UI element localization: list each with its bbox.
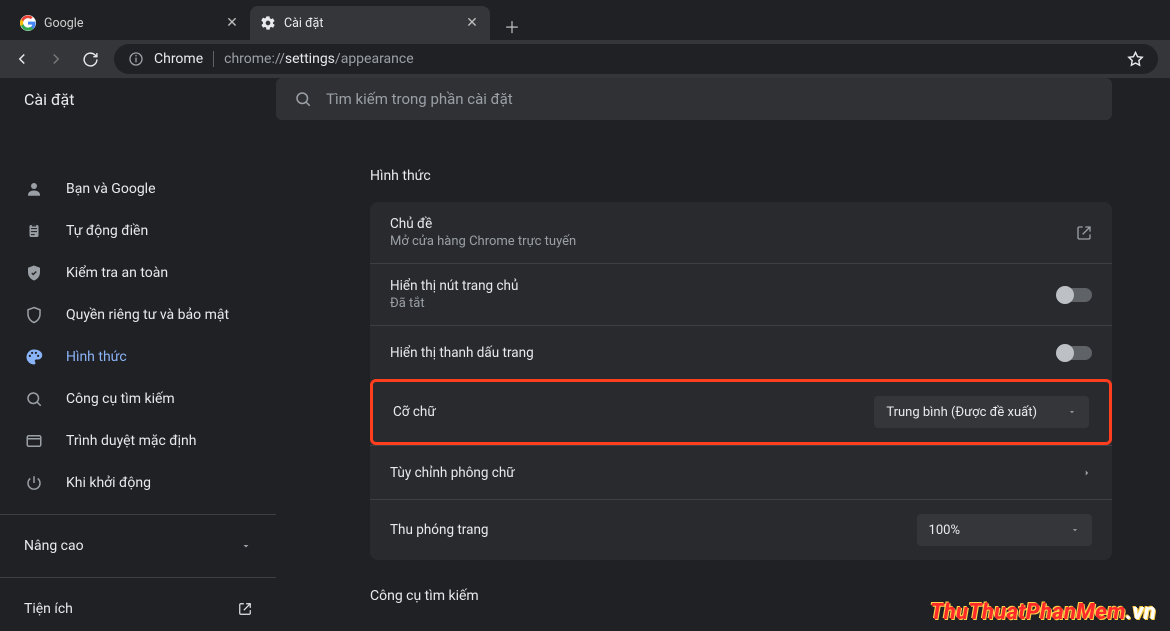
row-theme[interactable]: Chủ đề Mở cửa hàng Chrome trực tuyến — [370, 202, 1112, 263]
gear-icon — [260, 15, 276, 31]
sidebar-item-label: Bạn và Google — [66, 181, 156, 197]
site-info-icon[interactable] — [128, 51, 144, 67]
appearance-card: Chủ đề Mở cửa hàng Chrome trực tuyến Hiể… — [370, 202, 1112, 560]
shield-icon — [24, 305, 44, 325]
sidebar-item-appearance[interactable]: Hình thức — [0, 336, 276, 378]
settings-search[interactable]: Tìm kiếm trong phần cài đặt — [276, 78, 1112, 120]
close-icon[interactable]: ✕ — [464, 15, 480, 31]
row-font-size[interactable]: Cỡ chữ Trung bình (Được đề xuất) — [370, 379, 1112, 445]
external-link-icon — [238, 602, 252, 616]
sidebar-item-label: Hình thức — [66, 349, 127, 365]
sidebar-item-safety-check[interactable]: Kiểm tra an toàn — [0, 252, 276, 294]
sidebar-extensions-label: Tiện ích — [24, 601, 73, 617]
new-tab-button[interactable]: ＋ — [498, 12, 526, 40]
row-show-home-button[interactable]: Hiển thị nút trang chủ Đã tắt — [370, 263, 1112, 325]
sidebar-item-label: Trình duyệt mặc định — [66, 433, 197, 449]
forward-button[interactable] — [46, 49, 66, 69]
chevron-right-icon — [1082, 466, 1092, 480]
bookmark-star-icon[interactable] — [1127, 51, 1144, 68]
sidebar-item-privacy[interactable]: Quyền riêng tư và bảo mật — [0, 294, 276, 336]
toggle-show-home-button[interactable] — [1058, 288, 1092, 302]
row-theme-sub: Mở cửa hàng Chrome trực tuyến — [390, 234, 1076, 249]
browser-toolbar: Chrome chrome://settings/appearance — [0, 40, 1170, 78]
settings-header: Cài đặt Tìm kiếm trong phần cài đặt — [0, 78, 1170, 120]
toggle-show-bookmarks-bar[interactable] — [1058, 346, 1092, 360]
settings-content: Hình thức Chủ đề Mở cửa hàng Chrome trực… — [276, 150, 1170, 631]
sidebar-item-label: Tự động điền — [66, 223, 148, 239]
row-home-title: Hiển thị nút trang chủ — [390, 278, 1058, 294]
back-button[interactable] — [12, 49, 32, 69]
person-icon — [24, 179, 44, 199]
close-icon[interactable]: ✕ — [224, 15, 240, 31]
select-font-size-value: Trung bình (Được đề xuất) — [886, 405, 1037, 420]
divider — [213, 51, 214, 67]
sidebar-item-autofill[interactable]: Tự động điền — [0, 210, 276, 252]
row-page-zoom[interactable]: Thu phóng trang 100% — [370, 499, 1112, 560]
select-font-size[interactable]: Trung bình (Được đề xuất) — [874, 396, 1089, 428]
select-page-zoom[interactable]: 100% — [917, 514, 1092, 546]
google-favicon — [20, 15, 36, 31]
sidebar-item-you-and-google[interactable]: Bạn và Google — [0, 168, 276, 210]
search-placeholder: Tìm kiếm trong phần cài đặt — [326, 90, 513, 108]
separator — [0, 514, 276, 515]
row-home-sub: Đã tắt — [390, 296, 1058, 311]
browser-icon — [24, 431, 44, 451]
sidebar-item-label: Kiểm tra an toàn — [66, 265, 168, 281]
tab-title: Google — [44, 16, 224, 31]
sidebar-extensions[interactable]: Tiện ích — [0, 588, 276, 630]
row-page-zoom-label: Thu phóng trang — [390, 522, 917, 538]
address-bar[interactable]: Chrome chrome://settings/appearance — [114, 44, 1158, 74]
section-title-appearance: Hình thức — [370, 168, 1112, 184]
settings-sidebar: Bạn và Google Tự động điền Kiểm tra an t… — [0, 150, 276, 631]
row-show-bookmarks-bar[interactable]: Hiển thị thanh dấu trang — [370, 325, 1112, 379]
clipboard-icon — [24, 221, 44, 241]
row-bookmarks-title: Hiển thị thanh dấu trang — [390, 345, 1058, 361]
row-customize-fonts-label: Tùy chỉnh phông chữ — [390, 465, 1082, 481]
sidebar-item-on-startup[interactable]: Khi khởi động — [0, 462, 276, 504]
sidebar-advanced-label: Nâng cao — [24, 538, 84, 554]
shield-check-icon — [24, 263, 44, 283]
tab-settings[interactable]: Cài đặt ✕ — [250, 6, 490, 40]
caret-down-icon — [1070, 525, 1080, 535]
address-scheme-label: Chrome — [154, 51, 203, 67]
row-theme-title: Chủ đề — [390, 216, 1076, 232]
select-page-zoom-value: 100% — [929, 523, 960, 538]
caret-down-icon — [1067, 407, 1077, 417]
sidebar-item-label: Quyền riêng tư và bảo mật — [66, 307, 229, 323]
row-customize-fonts[interactable]: Tùy chỉnh phông chữ — [370, 445, 1112, 499]
settings-body: Bạn và Google Tự động điền Kiểm tra an t… — [0, 150, 1170, 631]
power-icon — [24, 473, 44, 493]
sidebar-item-label: Công cụ tìm kiếm — [66, 391, 175, 407]
chevron-down-icon — [240, 540, 252, 552]
palette-icon — [24, 347, 44, 367]
sidebar-item-search-engine[interactable]: Công cụ tìm kiếm — [0, 378, 276, 420]
sidebar-item-default-browser[interactable]: Trình duyệt mặc định — [0, 420, 276, 462]
reload-button[interactable] — [80, 49, 100, 69]
row-font-size-label: Cỡ chữ — [393, 404, 874, 420]
tab-google[interactable]: Google ✕ — [10, 6, 250, 40]
separator — [0, 577, 276, 578]
sidebar-advanced[interactable]: Nâng cao — [0, 525, 276, 567]
address-url: chrome://settings/appearance — [224, 51, 414, 67]
section-title-search-engine: Công cụ tìm kiếm — [370, 588, 1112, 604]
sidebar-item-label: Khi khởi động — [66, 475, 151, 491]
browser-tabstrip: Google ✕ Cài đặt ✕ ＋ — [0, 0, 1170, 40]
search-icon — [294, 90, 312, 108]
settings-title: Cài đặt — [0, 90, 276, 109]
search-icon — [24, 389, 44, 409]
tab-title: Cài đặt — [284, 16, 464, 31]
external-link-icon — [1076, 225, 1092, 241]
